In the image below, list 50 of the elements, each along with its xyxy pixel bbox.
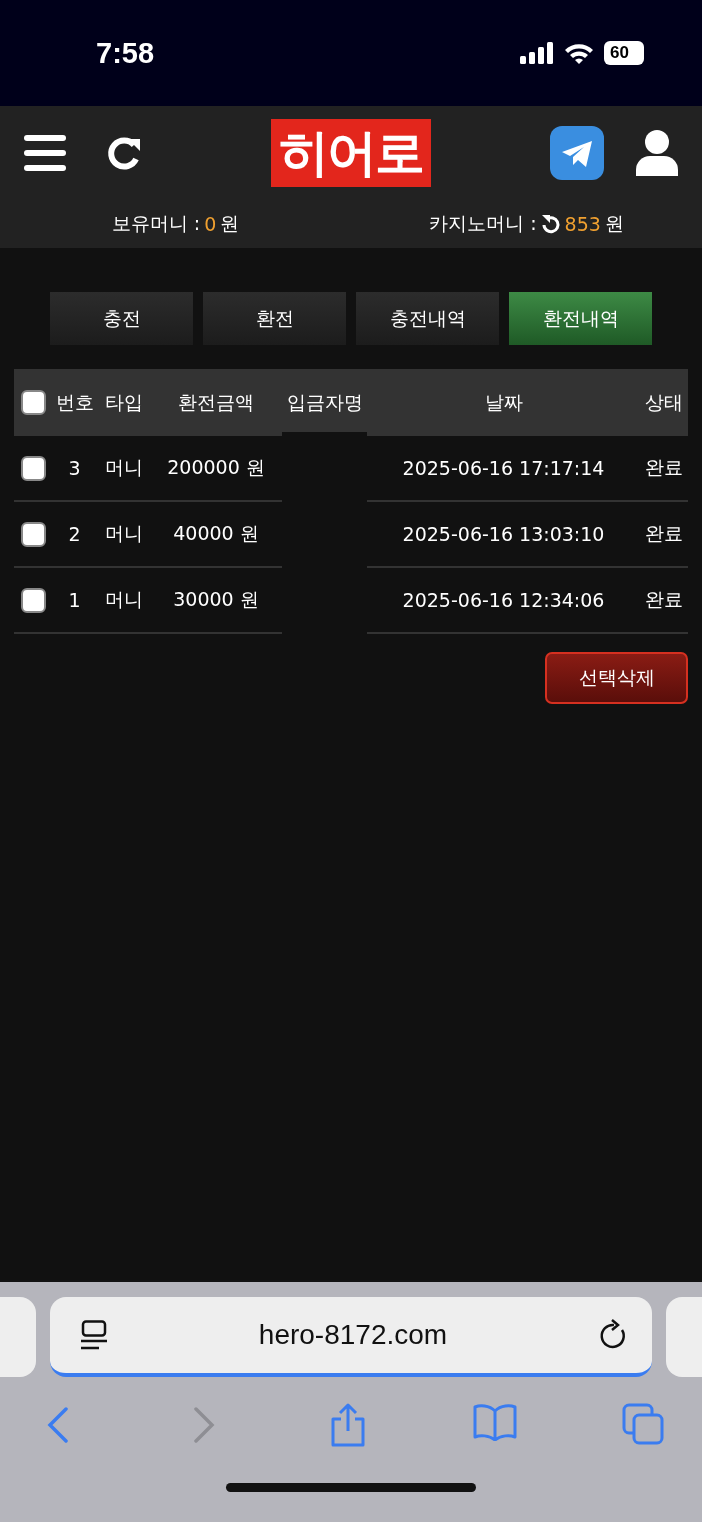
column-header: 상태 (645, 390, 683, 413)
column-header: 환전금액 (178, 390, 254, 413)
refresh-icon[interactable] (106, 135, 142, 171)
checkbox[interactable] (20, 587, 46, 613)
currency-unit: 원 (220, 211, 240, 236)
tab[interactable]: 환전 (203, 292, 346, 345)
battery-level: 60 (604, 41, 644, 65)
table-cell: 2 (68, 523, 81, 545)
paper-plane-icon[interactable] (550, 126, 604, 180)
table-cell: 완료 (645, 522, 683, 544)
checkbox[interactable] (20, 521, 46, 547)
table-cell: 완료 (645, 588, 683, 610)
balance-value: 853 (564, 213, 601, 235)
table-cell: 30000 원 (173, 588, 259, 610)
status-time: 7:58 (96, 36, 155, 70)
tab[interactable]: 환전내역 (509, 292, 652, 345)
currency-unit: 원 (604, 211, 624, 236)
signal-icon (520, 42, 554, 64)
checkbox[interactable] (20, 390, 46, 415)
url-text: hero-8172.com (258, 1319, 448, 1351)
checkbox[interactable] (20, 455, 46, 481)
table-cell: 머니 (104, 588, 143, 610)
table-cell: 40000 원 (173, 522, 259, 544)
reload-icon[interactable] (598, 1319, 628, 1351)
balance-label: 카지노머니 : (429, 211, 537, 236)
balance-value: 0 (204, 213, 217, 235)
delete-selected-button[interactable]: 선택삭제 (545, 652, 688, 704)
table-cell: 완료 (645, 456, 683, 478)
table-cell: 2025-06-16 12:34:06 (402, 589, 605, 611)
table-cell: 2025-06-16 17:17:14 (402, 457, 605, 479)
balance-label: 보유머니 : (111, 211, 201, 236)
table-cell: 2025-06-16 13:03:10 (402, 523, 605, 545)
page-menu-icon[interactable] (80, 1320, 108, 1350)
logo[interactable]: 히어로 (271, 119, 431, 187)
tab[interactable]: 충전 (50, 292, 193, 345)
address-bar[interactable]: hero-8172.com (50, 1297, 652, 1377)
table-cell: 3 (68, 457, 81, 479)
table-cell: 1 (68, 589, 81, 611)
column-header: 타입 (104, 390, 143, 413)
table-cell: 머니 (104, 522, 143, 544)
user-icon[interactable] (636, 130, 678, 176)
table-cell: 200000 원 (167, 456, 265, 478)
menu-icon[interactable] (24, 135, 66, 171)
wifi-icon (564, 42, 594, 64)
table-cell: 머니 (104, 456, 143, 478)
column-header: 날짜 (484, 390, 523, 413)
tab[interactable]: 충전내역 (356, 292, 499, 345)
column-header: 번호 (55, 390, 94, 413)
column-header: 입금자명 (286, 390, 363, 413)
refresh-icon[interactable] (540, 214, 561, 234)
